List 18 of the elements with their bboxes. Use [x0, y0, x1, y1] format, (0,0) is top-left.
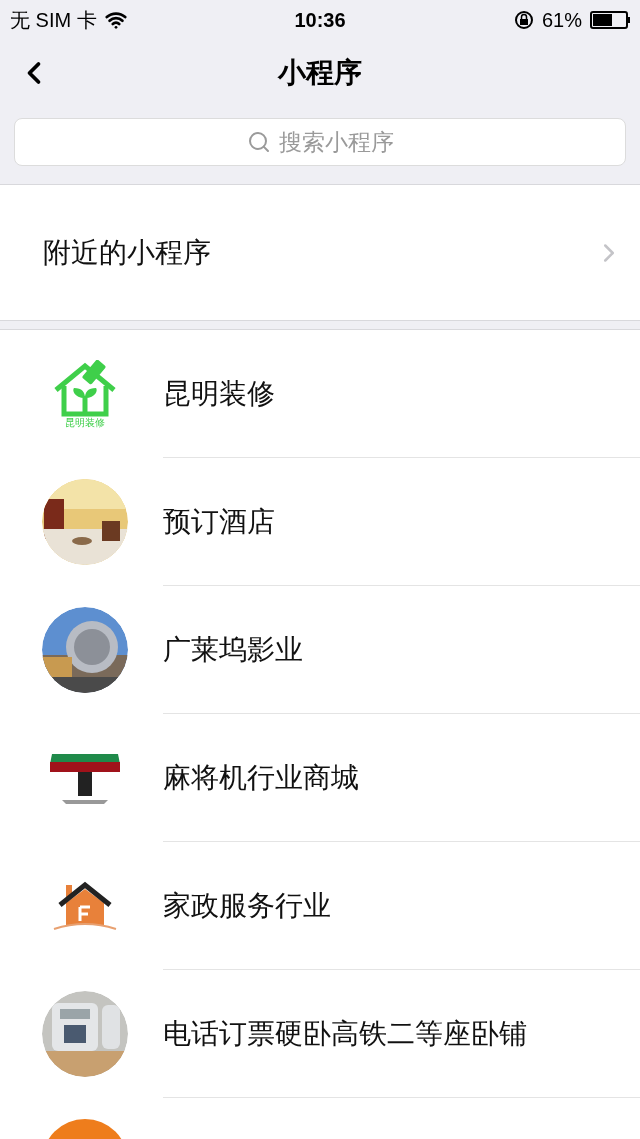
status-time: 10:36: [294, 8, 346, 33]
logo-text: 昆明装修: [65, 418, 105, 428]
app-list-item[interactable]: 电话订票硬卧高铁二等座卧铺: [0, 970, 640, 1098]
house-icon: [52, 881, 118, 931]
battery-percent: 61%: [541, 8, 582, 33]
app-list-item[interactable]: 麻将机行业商城: [0, 714, 640, 842]
wifi-icon: [104, 9, 127, 31]
app-list-item[interactable]: 家政服务行业: [0, 842, 640, 970]
house-hammer-icon: [52, 360, 118, 418]
app-list-item[interactable]: 昆明装修 昆明装修: [0, 330, 640, 458]
battery-icon: [590, 11, 630, 29]
nearby-row[interactable]: 附近的小程序: [0, 185, 640, 321]
search-icon: [246, 130, 271, 154]
nav-title: 小程序: [278, 56, 362, 90]
app-list-item[interactable]: 预订酒店: [0, 458, 640, 586]
carrier-label: 无 SIM 卡: [10, 8, 97, 33]
app-list-item[interactable]: 广莱坞影业: [0, 586, 640, 714]
rotation-lock-icon: [513, 10, 534, 30]
